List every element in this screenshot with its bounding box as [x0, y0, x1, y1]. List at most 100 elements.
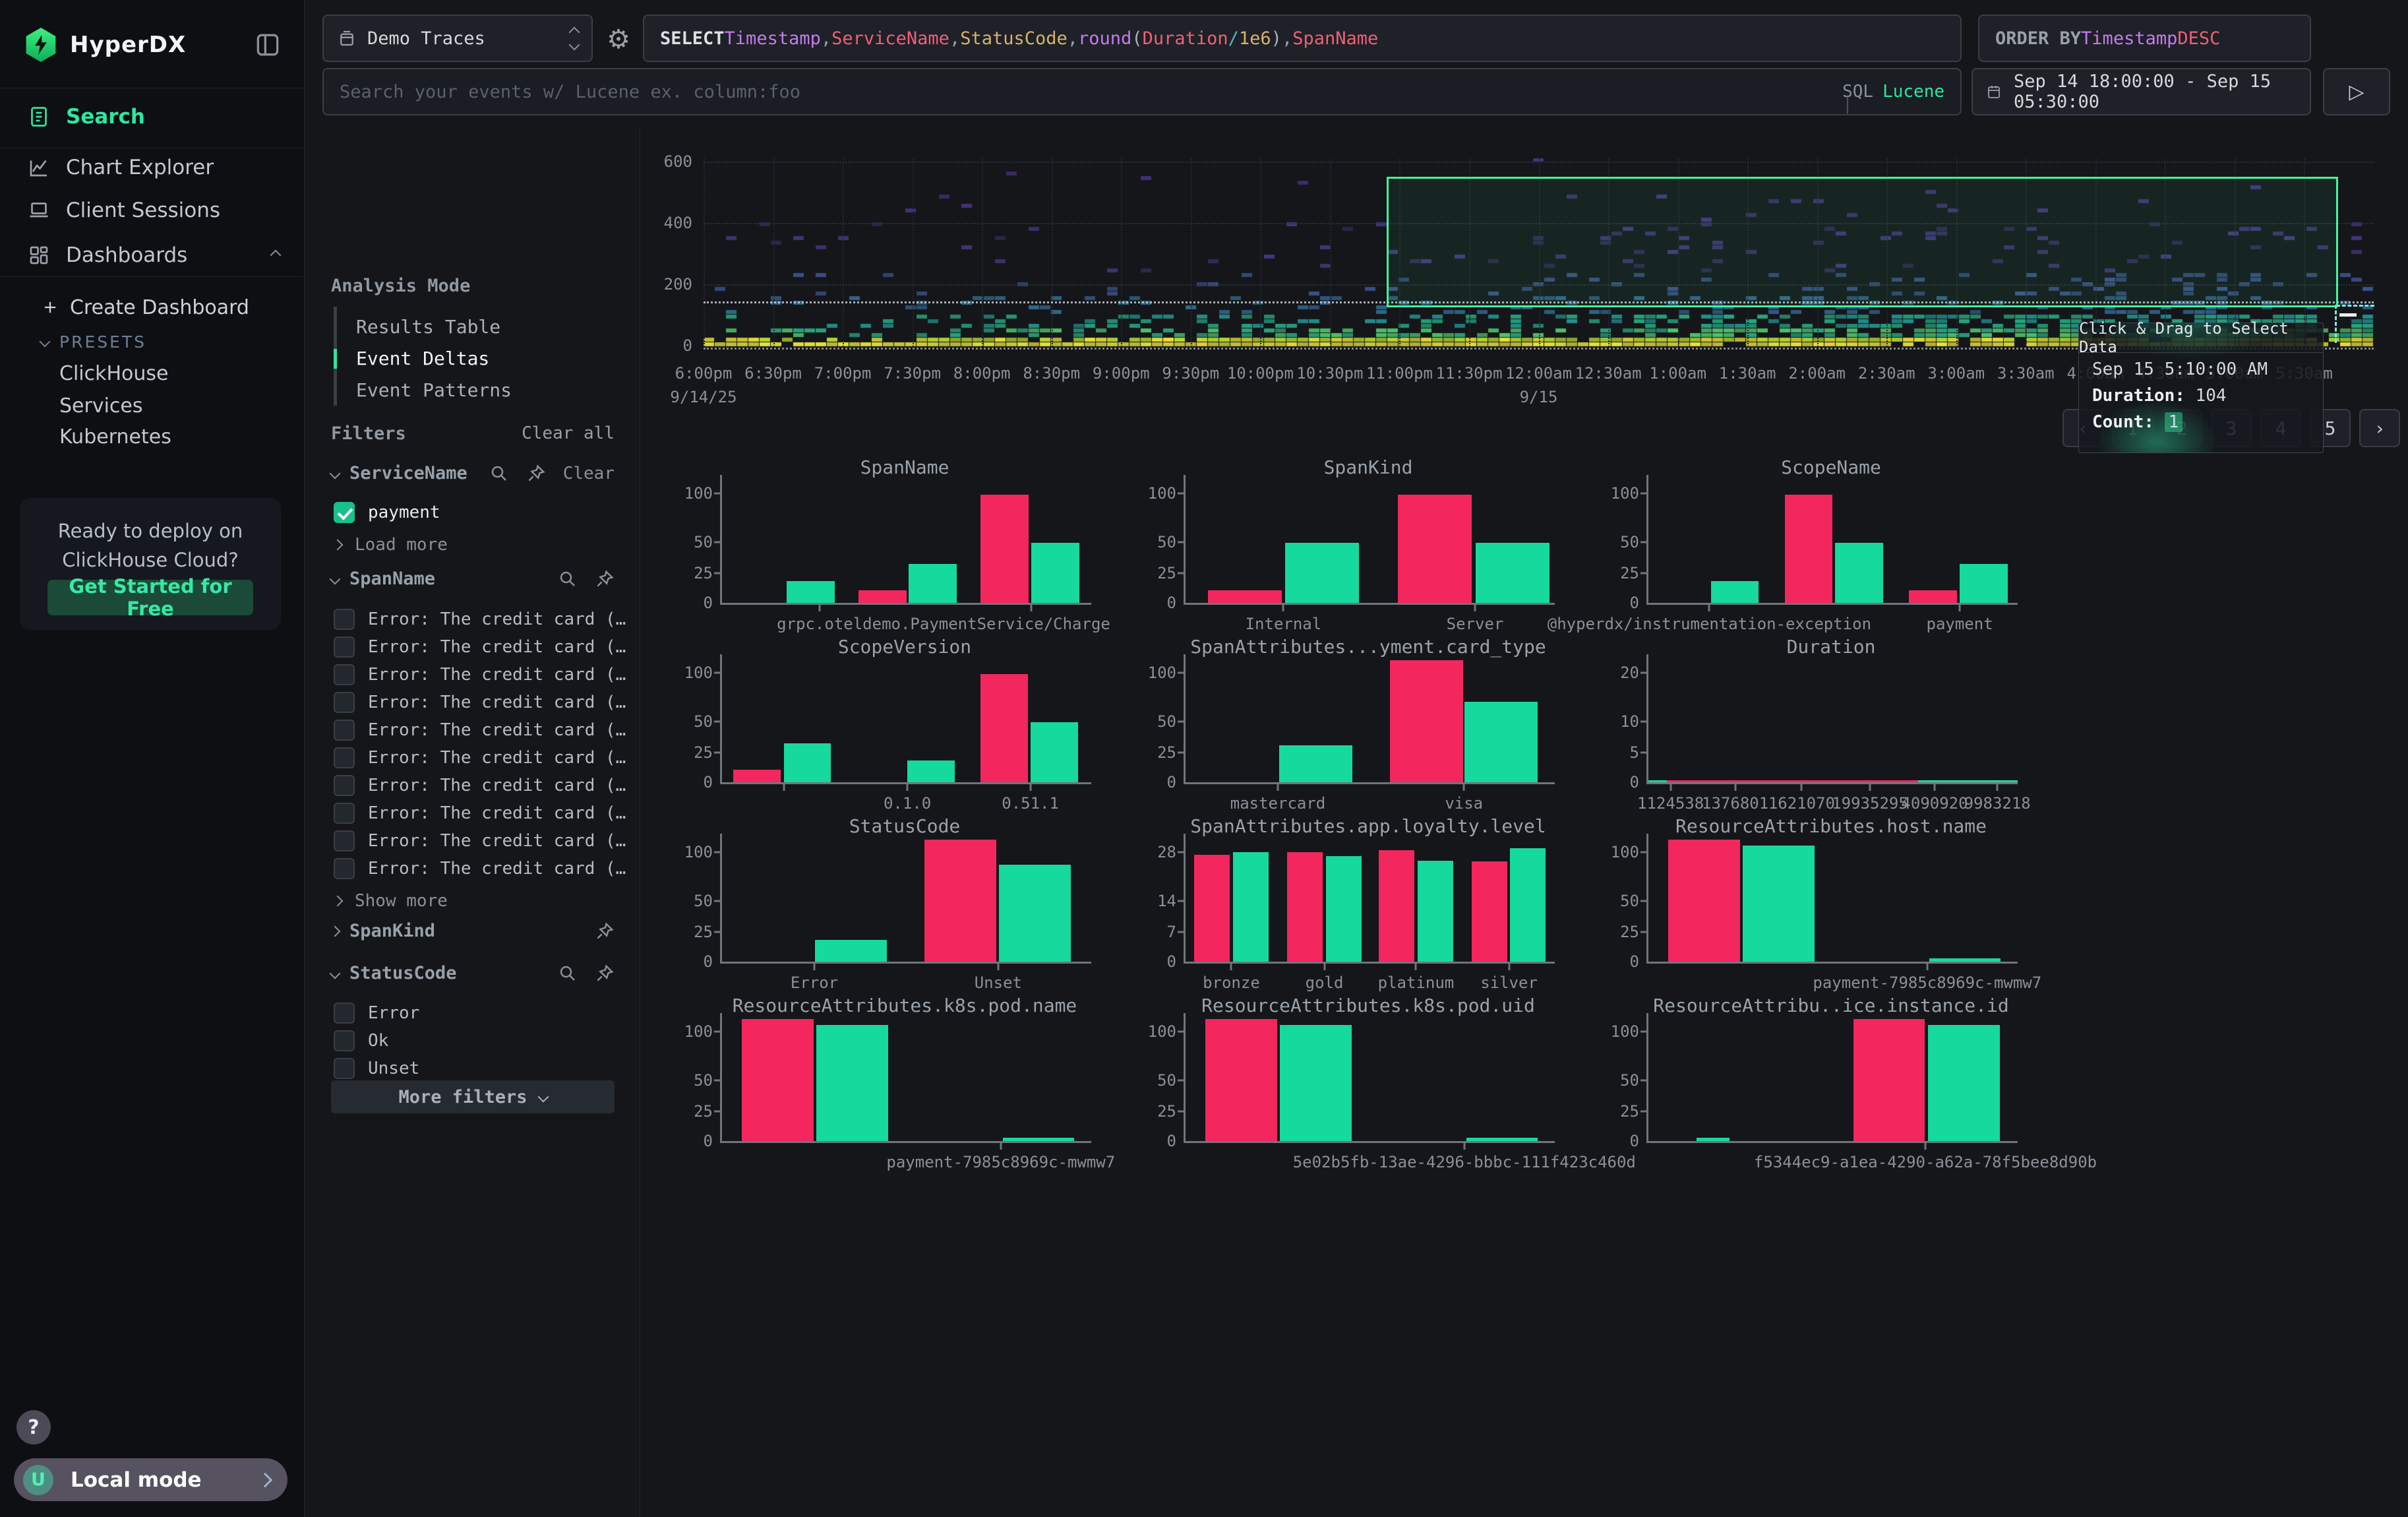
sidebar-item-search[interactable]: Search	[0, 98, 303, 136]
checkbox-unchecked[interactable]	[334, 1058, 355, 1079]
checkbox-unchecked[interactable]	[334, 664, 355, 685]
y-tick-label: 100	[684, 843, 713, 861]
presets-label: PRESETS	[59, 332, 146, 352]
user-menu[interactable]: U Local mode	[14, 1458, 287, 1501]
chevron-down-icon[interactable]	[330, 573, 341, 584]
analysis-mode-results-table[interactable]: Results Table	[356, 311, 593, 342]
search-icon[interactable]	[489, 464, 509, 483]
language-toggle[interactable]: SQL | Lucene	[1842, 82, 1944, 102]
filter-item[interactable]: Error: The credit card (…	[334, 772, 611, 799]
chevron-right-icon[interactable]	[330, 925, 341, 937]
clear-filter-button[interactable]: Clear	[563, 464, 615, 483]
filter-item[interactable]: Error: The credit card (…	[334, 745, 611, 771]
checkbox-unchecked[interactable]	[334, 720, 355, 741]
heatmap-x-tick: 3:00am	[1927, 364, 1985, 383]
gear-icon[interactable]: ⚙	[604, 25, 633, 54]
filter-group-header-statuscode[interactable]: StatusCode	[331, 963, 615, 983]
y-tick-label: 25	[694, 1102, 713, 1121]
filter-item[interactable]: Error: The credit card (…	[334, 634, 611, 660]
checkbox-unchecked[interactable]	[334, 747, 355, 768]
create-dashboard-button[interactable]: Create Dashboard	[0, 292, 303, 323]
analysis-mode-event-patterns[interactable]: Event Patterns	[356, 374, 593, 406]
checkbox-unchecked[interactable]	[334, 858, 355, 879]
filter-item[interactable]: Error	[334, 1000, 611, 1026]
filter-item[interactable]: Error: The credit card (…	[334, 828, 611, 854]
pin-icon[interactable]	[595, 964, 615, 983]
checkbox-unchecked[interactable]	[334, 803, 355, 824]
y-tick-mark	[1640, 493, 1648, 495]
filter-group-header-spankind[interactable]: SpanKind	[331, 921, 615, 941]
chevron-down-icon[interactable]	[330, 468, 341, 479]
chart-title: SpanName	[680, 456, 1129, 478]
date-range-picker[interactable]: Sep 14 18:00:00 - Sep 15 05:30:00	[1972, 68, 2311, 115]
load-more-link[interactable]: Load more	[334, 535, 531, 555]
pin-icon[interactable]	[595, 569, 615, 589]
inlier-bar	[1510, 848, 1546, 962]
source-select-value: Demo Traces	[367, 28, 485, 49]
y-tick-mark	[714, 1110, 722, 1112]
filter-item[interactable]: Ok	[334, 1028, 611, 1054]
pagination-button-›[interactable]: ›	[2359, 409, 2400, 447]
sidebar-item-dashboards[interactable]: Dashboards	[0, 236, 303, 274]
sidebar-item-chart-explorer[interactable]: Chart Explorer	[0, 148, 303, 187]
y-tick-mark	[714, 721, 722, 723]
y-tick-mark	[1640, 931, 1648, 933]
chevron-down-icon[interactable]	[330, 968, 341, 979]
order-by-input[interactable]: ORDER BY Timestamp DESC	[1978, 15, 2311, 62]
source-select[interactable]: Demo Traces	[322, 15, 593, 62]
filter-item[interactable]: Unset	[334, 1055, 611, 1082]
lucene-toggle[interactable]: Lucene	[1882, 82, 1944, 102]
filter-group-header-servicename[interactable]: ServiceNameClear	[331, 463, 615, 483]
x-tick-label: payment	[1927, 615, 1993, 633]
checkbox-checked[interactable]	[334, 502, 355, 523]
filter-group-header-spanname[interactable]: SpanName	[331, 569, 615, 589]
y-tick-label: 28	[1157, 843, 1176, 861]
analysis-mode-event-deltas[interactable]: Event Deltas	[356, 342, 593, 374]
filter-item[interactable]: payment	[334, 499, 611, 526]
y-tick-mark	[714, 672, 722, 674]
y-tick-label: 0	[1630, 773, 1639, 791]
inlier-bar	[1031, 543, 1079, 603]
help-button[interactable]: ?	[16, 1410, 51, 1444]
checkbox-unchecked[interactable]	[334, 830, 355, 851]
y-tick-mark	[1178, 672, 1186, 674]
search-icon[interactable]	[558, 569, 578, 589]
collapse-sidebar-icon[interactable]	[253, 30, 282, 59]
checkbox-unchecked[interactable]	[334, 636, 355, 658]
show-more-link[interactable]: Show more	[334, 891, 531, 911]
x-tick-label: gold	[1306, 974, 1344, 992]
search-input[interactable]: Search your events w/ Lucene ex. column:…	[322, 68, 1962, 115]
checkbox-unchecked[interactable]	[334, 775, 355, 796]
sidebar-item-client-sessions[interactable]: Client Sessions	[0, 191, 303, 230]
search-icon[interactable]	[558, 964, 578, 983]
run-query-button[interactable]: ▷	[2323, 68, 2390, 115]
sidebar-preset-clickhouse[interactable]: ClickHouse	[0, 357, 303, 389]
sql-token: ORDER BY	[1995, 28, 2081, 49]
checkbox-unchecked[interactable]	[334, 692, 355, 713]
clear-all-button[interactable]: Clear all	[522, 423, 615, 443]
filter-item[interactable]: Error: The credit card (…	[334, 717, 611, 743]
filter-item[interactable]: Error: The credit card (…	[334, 606, 611, 633]
get-started-button[interactable]: Get Started for Free	[47, 580, 253, 615]
filter-item[interactable]: Error: The credit card (…	[334, 662, 611, 688]
filter-item[interactable]: Error: The credit card (…	[334, 689, 611, 716]
outlier-bar	[742, 1019, 814, 1141]
presets-toggle[interactable]: PRESETS	[0, 326, 303, 357]
sidebar-preset-services[interactable]: Services	[0, 390, 303, 421]
inlier-bar	[907, 760, 955, 782]
filter-item[interactable]: Error: The credit card (…	[334, 855, 611, 882]
checkbox-unchecked[interactable]	[334, 1030, 355, 1051]
x-tick-mark	[1474, 605, 1476, 611]
more-filters-button[interactable]: More filters	[331, 1080, 615, 1113]
checkbox-unchecked[interactable]	[334, 1003, 355, 1024]
pin-icon[interactable]	[526, 464, 546, 483]
select-clause-input[interactable]: SELECT Timestamp, ServiceName, StatusCod…	[643, 15, 1962, 62]
inlier-bar	[1279, 745, 1352, 782]
checkbox-unchecked[interactable]	[334, 609, 355, 630]
filter-item[interactable]: Error: The credit card (…	[334, 800, 611, 826]
sidebar-preset-kubernetes[interactable]: Kubernetes	[0, 421, 303, 452]
filter-group-name: SpanName	[349, 569, 435, 589]
sql-token: (	[1131, 28, 1142, 49]
pin-icon[interactable]	[595, 921, 615, 941]
client-sessions-icon	[26, 198, 51, 223]
